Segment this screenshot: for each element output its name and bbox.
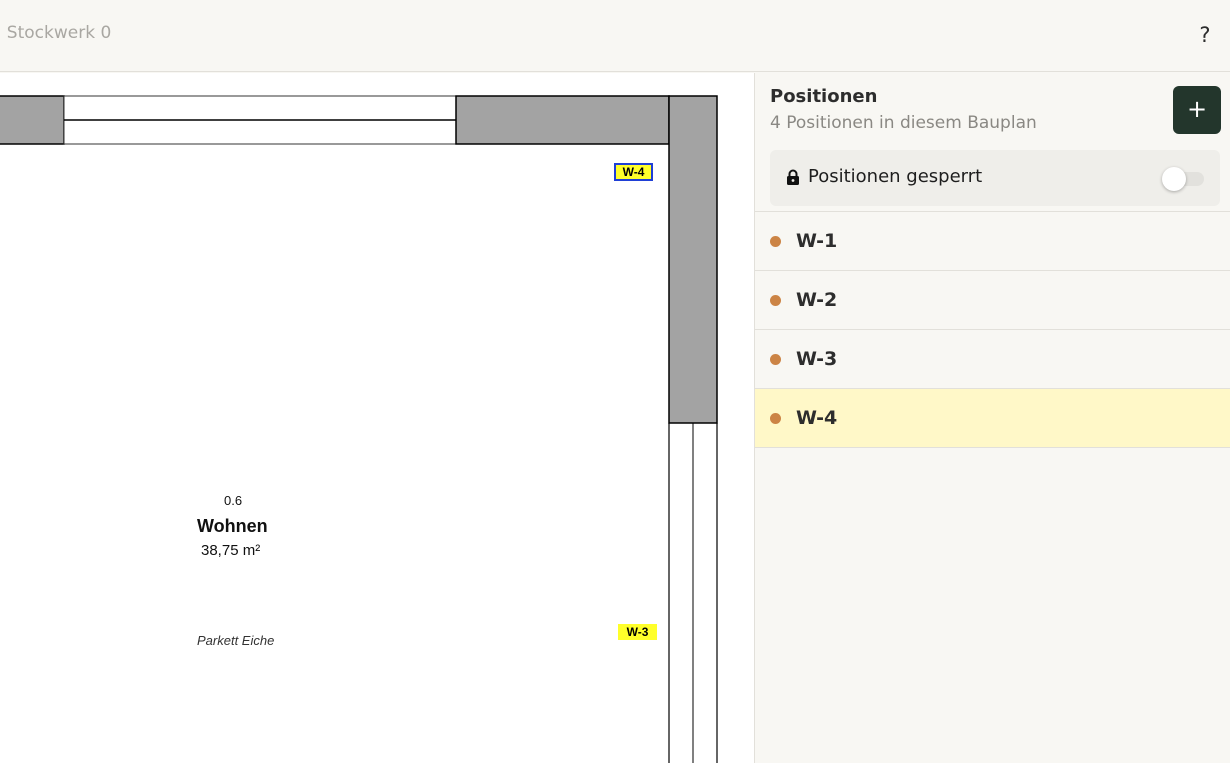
- position-tag-w3[interactable]: W-3: [618, 624, 657, 640]
- room-area: 38,75 m²: [201, 542, 261, 559]
- toggle-knob: [1162, 167, 1186, 191]
- positions-panel: Positionen 4 Positionen in diesem Baupla…: [754, 73, 1230, 763]
- position-label: W-4: [796, 407, 838, 429]
- position-item-w3[interactable]: W-3: [755, 330, 1230, 389]
- position-item-w4[interactable]: W-4: [755, 389, 1230, 448]
- room-name: Wohnen: [197, 516, 268, 536]
- lock-positions-label: Positionen gesperrt: [808, 166, 983, 187]
- position-item-w1[interactable]: W-1: [755, 212, 1230, 271]
- room-number: 0.6: [224, 493, 243, 508]
- lock-icon: [786, 169, 800, 190]
- lock-positions-toggle[interactable]: [1162, 167, 1212, 191]
- top-bar: · Stockwerk 0 ?: [0, 0, 1230, 72]
- add-position-button[interactable]: +: [1173, 86, 1221, 134]
- panel-title: Positionen: [770, 86, 878, 107]
- position-marker-dot: [770, 413, 781, 424]
- position-marker-dot: [770, 295, 781, 306]
- help-button[interactable]: ?: [1192, 18, 1218, 52]
- lock-positions-row: Positionen gesperrt: [770, 150, 1220, 206]
- position-item-w2[interactable]: W-2: [755, 271, 1230, 330]
- position-marker-dot: [770, 236, 781, 247]
- position-label: W-3: [796, 348, 838, 370]
- panel-subtitle: 4 Positionen in diesem Bauplan: [770, 113, 1037, 133]
- breadcrumb[interactable]: · Stockwerk 0: [0, 23, 111, 43]
- position-label: W-2: [796, 289, 838, 311]
- floor-plan-canvas[interactable]: 0.6 Wohnen 38,75 m² Parkett Eiche W-4 W-…: [0, 73, 754, 763]
- floor-material: Parkett Eiche: [197, 633, 275, 648]
- wall-top-right: [455, 95, 670, 145]
- positions-list: W-1 W-2 W-3 W-4: [755, 212, 1230, 448]
- wall-top-left: [0, 95, 65, 145]
- wall-right: [668, 95, 718, 424]
- position-label: W-1: [796, 230, 838, 252]
- position-marker-dot: [770, 354, 781, 365]
- position-tag-w4[interactable]: W-4: [614, 163, 653, 181]
